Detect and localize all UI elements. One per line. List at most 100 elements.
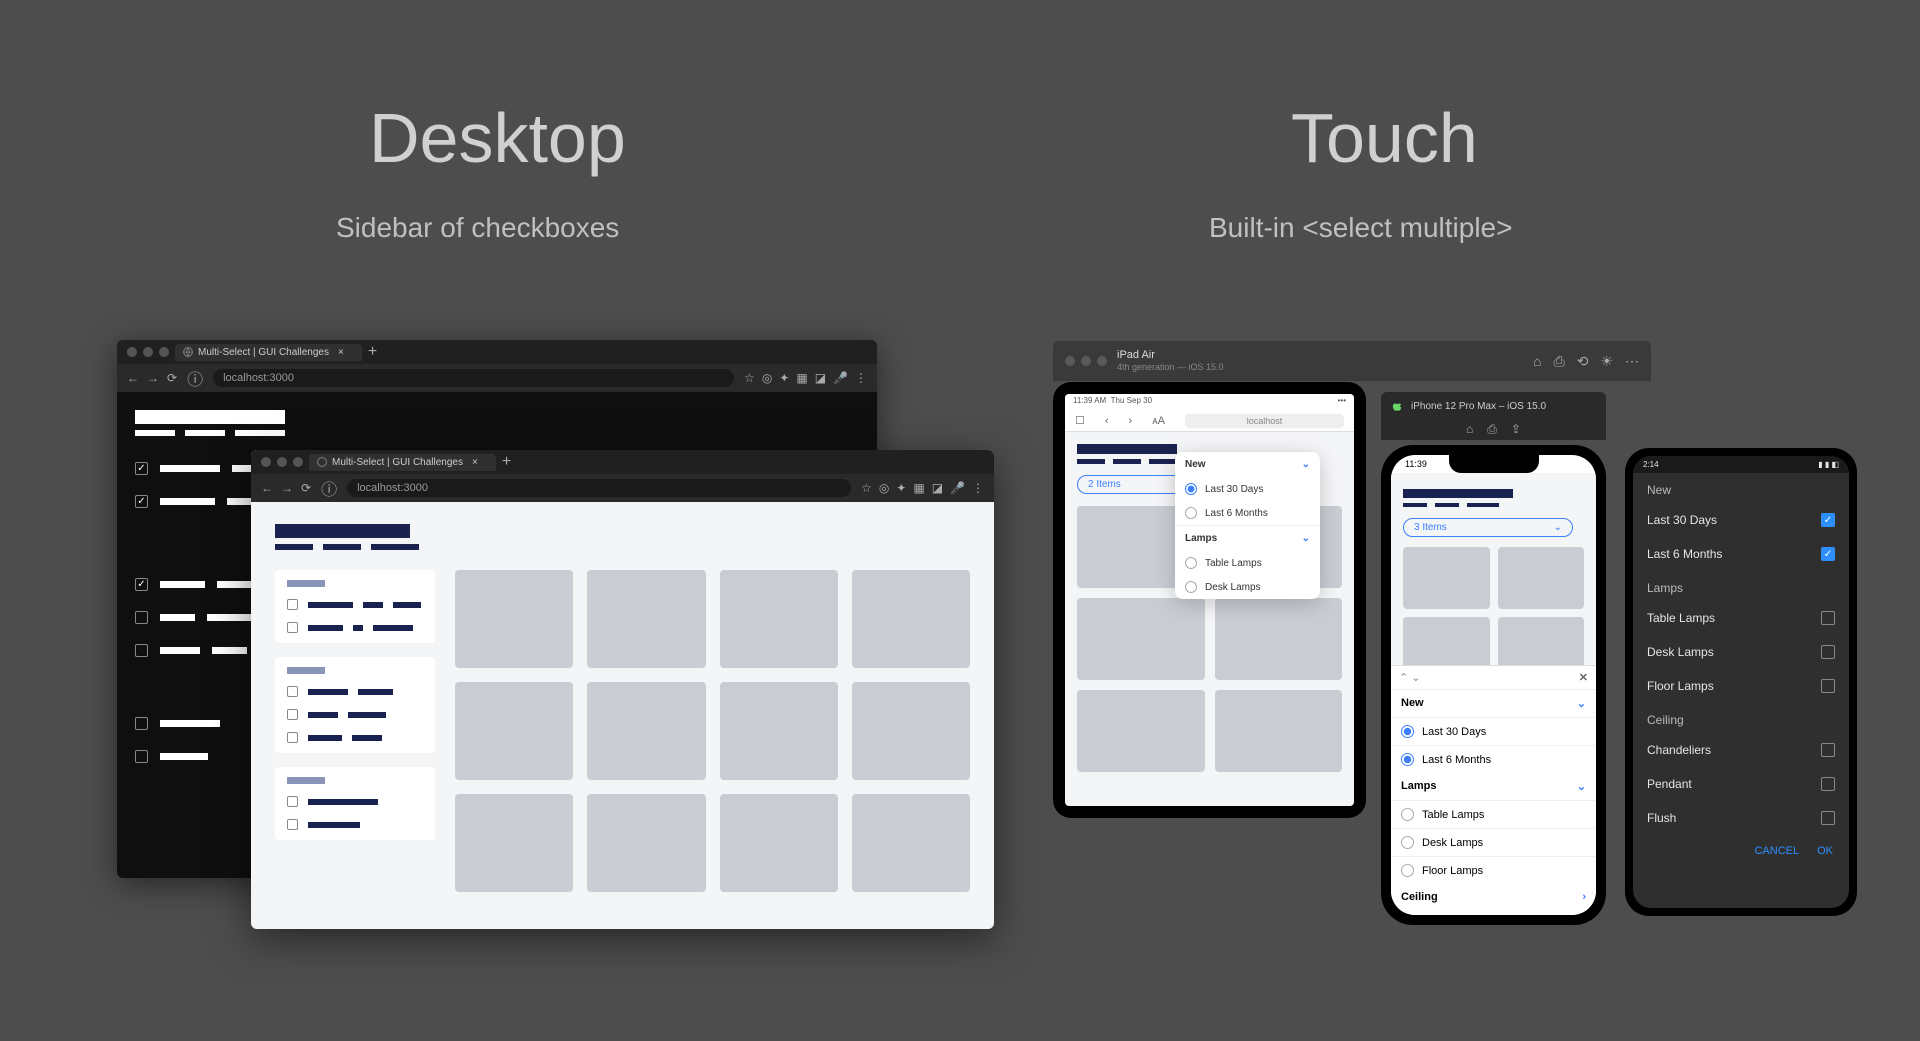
new-tab-button[interactable]: + [502,453,511,471]
checkbox-icon[interactable] [135,717,148,730]
url-field[interactable]: localhost:3000 [213,369,734,387]
checkbox-icon[interactable] [135,495,148,508]
result-tile[interactable] [1498,547,1585,609]
select-option[interactable]: Last 30 Days [1633,503,1849,537]
select-option[interactable]: Floor Lamps [1391,856,1596,884]
result-tile[interactable] [455,794,573,892]
puzzle-icon[interactable]: ✦ [896,481,906,495]
optgroup-header[interactable]: Lamps⌄ [1391,773,1596,800]
result-tile[interactable] [1215,690,1343,772]
traffic-lights[interactable] [261,457,303,467]
ext2-icon[interactable]: ◪ [932,481,943,495]
checkbox-icon[interactable] [287,732,298,743]
checkbox-icon[interactable] [135,462,148,475]
reload-icon[interactable]: ⟳ [301,481,311,495]
select-popover[interactable]: New⌄ Last 30 Days Last 6 Months Lamps⌄ T… [1175,452,1320,599]
result-tile[interactable] [852,682,970,780]
sidebar-icon[interactable]: ☐ [1075,414,1085,427]
result-tile[interactable] [455,570,573,668]
select-option[interactable]: Last 30 Days [1391,717,1596,745]
reload-icon[interactable]: ⟳ [167,371,177,385]
optgroup-header[interactable]: New⌄ [1391,690,1596,717]
mic-icon[interactable]: 🎤 [833,371,848,385]
forward-icon[interactable]: → [147,371,159,385]
close-icon[interactable]: × [472,457,478,468]
filter-item[interactable] [287,796,423,807]
back-icon[interactable]: ← [261,481,273,495]
prev-icon[interactable]: ⌃ [1399,672,1408,684]
optgroup-header[interactable]: Lamps⌄ [1175,525,1320,551]
browser-tab[interactable]: Multi-Select | GUI Challenges × [175,344,362,361]
filter-item[interactable] [287,709,423,720]
cancel-button[interactable]: CANCEL [1754,845,1799,857]
forward-icon[interactable]: › [1129,415,1133,427]
url-field[interactable]: localhost:3000 [347,479,851,497]
select-option[interactable]: Last 6 Months [1391,745,1596,773]
select-option[interactable]: Last 6 Months [1633,537,1849,571]
target-icon[interactable]: ◎ [762,371,772,385]
result-tile[interactable] [587,570,705,668]
result-tile[interactable] [1077,598,1205,680]
filter-item[interactable] [287,599,423,610]
menu-icon[interactable]: ⋮ [972,481,984,495]
close-icon[interactable]: × [338,347,344,358]
url-field[interactable]: localhost [1185,414,1344,428]
mic-icon[interactable]: 🎤 [950,481,965,495]
checkbox-icon[interactable] [287,819,298,830]
select-option[interactable]: Last 6 Months [1175,501,1320,525]
home-icon[interactable]: ⌂ [1466,422,1473,440]
android-select-dialog[interactable]: NewLast 30 DaysLast 6 MonthsLampsTable L… [1633,473,1849,835]
select-option[interactable]: Table Lamps [1633,601,1849,635]
rotate-icon[interactable]: ⟲ [1577,353,1589,370]
select-option[interactable]: Floor Lamps [1633,669,1849,703]
puzzle-icon[interactable]: ✦ [779,371,789,385]
select-multiple-pill[interactable]: 3 Items ⌄ [1403,518,1573,537]
star-icon[interactable]: ☆ [861,481,872,495]
more-icon[interactable]: ⋯ [1625,353,1639,370]
optgroup-header[interactable]: New⌄ [1175,452,1320,477]
home-icon[interactable]: ⌂ [1533,353,1541,370]
result-tile[interactable] [587,794,705,892]
result-tile[interactable] [1077,690,1205,772]
select-option[interactable]: Table Lamps [1175,551,1320,575]
checkbox-icon[interactable] [1821,547,1835,561]
screenshot-icon[interactable]: ⎙ [1554,353,1565,370]
select-option[interactable]: Desk Lamps [1633,635,1849,669]
ok-button[interactable]: OK [1817,845,1833,857]
filter-item[interactable] [287,732,423,743]
traffic-lights[interactable] [1065,356,1107,366]
checkbox-icon[interactable] [287,709,298,720]
checkbox-icon[interactable] [135,611,148,624]
result-tile[interactable] [587,682,705,780]
menu-icon[interactable]: ⋮ [855,371,867,385]
close-icon[interactable]: ✕ [1579,671,1588,684]
result-tile[interactable] [720,794,838,892]
select-option[interactable]: Desk Lamps [1391,828,1596,856]
optgroup-header[interactable]: Ceiling› [1391,884,1596,910]
checkbox-icon[interactable] [287,622,298,633]
filter-item[interactable] [287,622,423,633]
ext-icon[interactable]: ▦ [913,481,924,495]
select-sheet[interactable]: ⌃ ⌄ ✕ New⌄ Last 30 Days Last 6 Months La… [1391,665,1596,915]
checkbox-icon[interactable] [135,644,148,657]
checkbox-icon[interactable] [1821,743,1835,757]
select-option[interactable]: Pendant [1633,767,1849,801]
appearance-icon[interactable]: ☀ [1600,353,1613,370]
info-icon[interactable]: ⓘ [187,366,203,390]
select-option[interactable]: Last 30 Days [1175,477,1320,501]
target-icon[interactable]: ◎ [879,481,889,495]
traffic-lights[interactable] [127,347,169,357]
checkbox-icon[interactable] [1821,679,1835,693]
filter-item[interactable] [287,819,423,830]
checkbox-icon[interactable] [135,750,148,763]
back-icon[interactable]: ‹ [1105,415,1109,427]
result-tile[interactable] [455,682,573,780]
screenshot-icon[interactable]: ⎙ [1487,422,1497,440]
result-tile[interactable] [720,682,838,780]
checkbox-icon[interactable] [1821,811,1835,825]
checkbox-icon[interactable] [1821,645,1835,659]
back-icon[interactable]: ← [127,371,139,385]
result-tile[interactable] [1403,547,1490,609]
next-icon[interactable]: ⌄ [1411,672,1420,684]
ext-icon[interactable]: ▦ [796,371,807,385]
